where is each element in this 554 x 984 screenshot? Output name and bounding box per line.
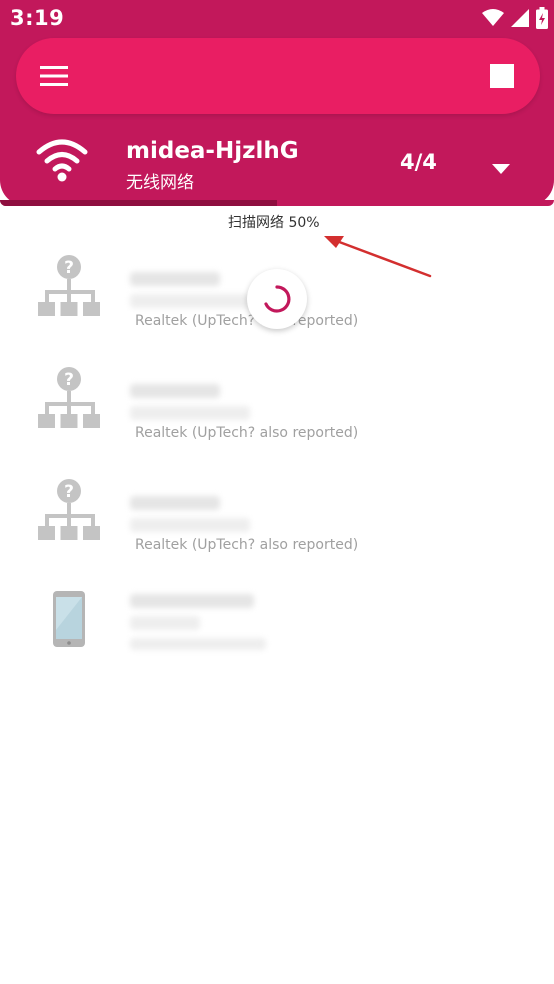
network-name: midea-HjzlhG — [126, 138, 299, 164]
smartphone-icon — [52, 590, 86, 652]
unknown-network-device-icon: ? — [36, 478, 102, 548]
blurred-device-address — [130, 294, 250, 308]
device-vendor: Realtek (UpTech? also reported) — [135, 537, 359, 553]
list-item[interactable]: ? Realtek (UpTech? also reported) — [0, 464, 554, 576]
list-item[interactable] — [0, 576, 554, 688]
unknown-network-device-icon: ? — [36, 254, 102, 324]
network-summary[interactable]: midea-HjzlhG 无线网络 4/4 — [0, 128, 554, 200]
scan-progress-fill — [0, 200, 277, 206]
stop-scan-button[interactable] — [490, 64, 514, 88]
battery-charging-icon — [536, 7, 548, 29]
svg-text:?: ? — [64, 482, 74, 502]
list-item[interactable]: ? Realtek (UpTech? also reported) — [0, 352, 554, 464]
top-app-bar — [16, 38, 540, 114]
blurred-device-name — [130, 594, 254, 608]
blurred-device-address — [130, 518, 250, 532]
wifi-signal-icon — [482, 9, 504, 27]
blurred-device-name — [130, 272, 220, 286]
status-icons — [482, 7, 548, 29]
network-type: 无线网络 — [126, 173, 194, 193]
status-time: 3:19 — [10, 6, 65, 30]
blurred-device-vendor — [130, 638, 266, 650]
dropdown-arrow-icon[interactable] — [492, 159, 510, 178]
scan-progress-bar — [0, 200, 554, 206]
menu-icon[interactable] — [38, 60, 70, 92]
blurred-device-address — [130, 406, 250, 420]
svg-text:?: ? — [64, 258, 74, 278]
wifi-icon — [36, 138, 88, 186]
cell-signal-icon — [511, 9, 529, 27]
svg-text:?: ? — [64, 370, 74, 390]
scan-status-label: 扫描网络 50% — [228, 215, 320, 231]
blurred-device-address — [130, 616, 200, 630]
blurred-device-name — [130, 496, 220, 510]
unknown-network-device-icon: ? — [36, 366, 102, 436]
device-vendor: Realtek (UpTech? also reported) — [135, 425, 359, 441]
device-vendor: Realtek (UpTech? also reported) — [135, 313, 359, 329]
blurred-device-name — [130, 384, 220, 398]
device-count: 4/4 — [400, 150, 437, 174]
loading-spinner — [247, 269, 307, 329]
status-bar: 3:19 — [0, 0, 554, 38]
